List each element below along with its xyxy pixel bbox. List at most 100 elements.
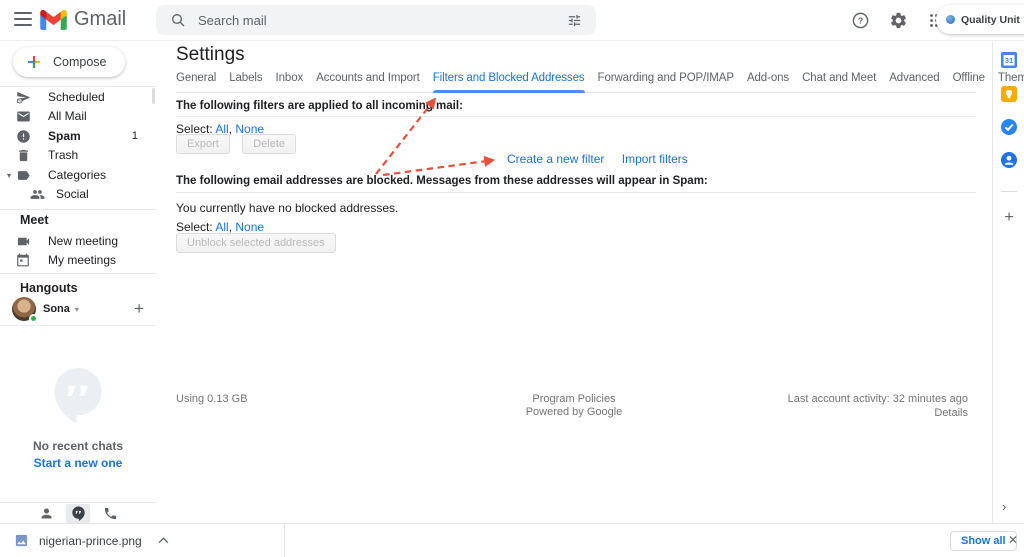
search-bar[interactable] xyxy=(156,5,596,35)
sidebar-item-all-mail[interactable]: All Mail xyxy=(0,106,150,126)
schedule-send-icon xyxy=(16,90,32,105)
sidebar-item-my-meetings[interactable]: My meetings xyxy=(0,250,150,270)
hangouts-empty-state: No recent chats Start a new one xyxy=(0,366,156,470)
contacts-tab-person-icon[interactable] xyxy=(34,504,58,523)
footer-right: Last account activity: 32 minutes ago De… xyxy=(788,392,968,420)
settings-gear-icon[interactable] xyxy=(884,6,912,34)
hangouts-tab-icon[interactable] xyxy=(66,504,90,523)
blocked-section-heading: The following email addresses are blocke… xyxy=(176,175,708,187)
svg-text:?: ? xyxy=(857,15,862,25)
calendar-icon xyxy=(16,253,32,267)
add-contact-plus-icon[interactable]: + xyxy=(134,299,144,319)
product-name: Gmail xyxy=(74,8,126,31)
create-new-filter-link[interactable]: Create a new filter xyxy=(507,152,604,166)
start-new-chat-link[interactable]: Start a new one xyxy=(0,456,156,470)
google-tasks-icon[interactable] xyxy=(1000,118,1018,136)
gmail-logo-icon[interactable] xyxy=(40,10,67,30)
topbar-actions: ? xyxy=(846,0,950,40)
tab-add-ons[interactable]: Add-ons xyxy=(747,72,789,92)
filters-section-heading: The following filters are applied to all… xyxy=(176,100,463,112)
sidebar-item-categories[interactable]: ▾ Categories xyxy=(0,165,150,185)
meet-section-header: Meet xyxy=(20,213,48,227)
compose-label: Compose xyxy=(53,55,107,69)
phone-tab-icon[interactable] xyxy=(98,504,122,523)
google-contacts-icon[interactable] xyxy=(1000,151,1018,169)
page-title: Settings xyxy=(176,44,245,66)
svg-text:31: 31 xyxy=(1005,56,1013,65)
download-filename: nigerian-prince.png xyxy=(39,534,142,548)
people-icon xyxy=(30,187,46,202)
online-presence-dot xyxy=(29,314,38,323)
download-menu-caret-icon[interactable] xyxy=(158,537,169,544)
spam-error-icon xyxy=(16,129,32,144)
section-divider xyxy=(176,116,976,117)
sidebar-item-spam[interactable]: Spam 1 xyxy=(0,126,150,146)
mail-icon xyxy=(16,109,32,124)
spam-count-badge: 1 xyxy=(132,130,138,142)
select-none-link[interactable]: None xyxy=(235,220,264,234)
hangouts-section-header: Hangouts xyxy=(20,281,78,295)
sidebar-item-scheduled[interactable]: Scheduled xyxy=(0,87,150,107)
filters-buttons-row: Export Delete xyxy=(176,134,296,154)
help-icon[interactable]: ? xyxy=(846,6,874,34)
hamburger-menu-icon[interactable] xyxy=(14,12,32,26)
search-icon[interactable] xyxy=(170,12,186,28)
no-recent-chats-text: No recent chats xyxy=(0,439,156,453)
gmail-app-window: Gmail ? xyxy=(0,0,1024,557)
sidebar-divider xyxy=(0,273,156,274)
tab-accounts-and-import[interactable]: Accounts and Import xyxy=(316,72,420,92)
settings-tabs: General Labels Inbox Accounts and Import… xyxy=(176,72,976,93)
last-activity-text: Last account activity: 32 minutes ago xyxy=(788,392,968,406)
collapse-panel-chevron-icon[interactable]: › xyxy=(1002,499,1006,514)
hangouts-contact-row[interactable]: Sona ▾ + xyxy=(12,296,144,322)
search-input[interactable] xyxy=(198,13,553,28)
export-button[interactable]: Export xyxy=(176,134,230,154)
sidebar-item-trash[interactable]: Trash xyxy=(0,145,150,165)
videocam-icon xyxy=(16,234,32,249)
close-shelf-icon[interactable]: ✕ xyxy=(1008,533,1018,547)
google-calendar-icon[interactable]: 31 xyxy=(1000,51,1018,69)
details-link[interactable]: Details xyxy=(788,406,968,420)
contact-avatar xyxy=(12,297,36,321)
contact-name: Sona xyxy=(43,303,70,315)
tab-chat-and-meet[interactable]: Chat and Meet xyxy=(802,72,876,92)
tab-inbox[interactable]: Inbox xyxy=(276,72,304,92)
delete-button[interactable]: Delete xyxy=(242,134,296,154)
left-sidebar: Compose Scheduled All Mail Spam 1 xyxy=(0,41,156,523)
image-file-icon xyxy=(14,533,29,548)
get-addons-plus-icon[interactable]: + xyxy=(1000,209,1018,227)
blocked-select-row: Select: All, None xyxy=(176,220,264,234)
tab-labels[interactable]: Labels xyxy=(229,72,262,92)
compose-plus-icon xyxy=(25,53,43,71)
hangouts-logo-icon xyxy=(51,366,105,424)
unblock-selected-button[interactable]: Unblock selected addresses xyxy=(176,233,336,253)
tab-general[interactable]: General xyxy=(176,72,216,92)
show-all-downloads-button[interactable]: Show all xyxy=(950,531,1017,551)
account-name: Quality Unit xyxy=(961,14,1020,26)
account-badge[interactable]: Quality Unit xyxy=(936,5,1024,34)
download-item[interactable]: nigerian-prince.png xyxy=(0,524,285,557)
search-options-tune-icon[interactable] xyxy=(567,13,582,28)
sidebar-divider xyxy=(0,325,156,326)
filter-links-row: Create a new filter Import filters xyxy=(507,152,688,166)
sidebar-scrollbar[interactable] xyxy=(152,88,155,104)
tab-filters-and-blocked-addresses[interactable]: Filters and Blocked Addresses xyxy=(433,72,585,92)
tab-themes[interactable]: Themes xyxy=(998,72,1024,92)
top-bar: Gmail ? xyxy=(0,0,1024,41)
select-all-link[interactable]: All xyxy=(215,220,228,234)
sidebar-item-social[interactable]: Social xyxy=(0,184,150,204)
panel-divider xyxy=(1001,191,1017,192)
tab-advanced[interactable]: Advanced xyxy=(889,72,939,92)
account-org-icon xyxy=(946,15,955,24)
sidebar-item-new-meeting[interactable]: New meeting xyxy=(0,231,150,251)
compose-button[interactable]: Compose xyxy=(13,47,125,77)
sidebar-divider xyxy=(0,209,156,210)
expand-caret-icon[interactable]: ▾ xyxy=(4,171,14,180)
import-filters-link[interactable]: Import filters xyxy=(622,152,688,166)
download-shelf: nigerian-prince.png Show all ✕ xyxy=(0,523,1024,557)
no-blocked-addresses-text: You currently have no blocked addresses. xyxy=(176,201,398,215)
tab-forwarding-and-pop-imap[interactable]: Forwarding and POP/IMAP xyxy=(598,72,734,92)
sidebar-bottom-tabs xyxy=(0,502,156,523)
tab-offline[interactable]: Offline xyxy=(953,72,985,92)
contact-caret-down-icon: ▾ xyxy=(75,305,79,314)
